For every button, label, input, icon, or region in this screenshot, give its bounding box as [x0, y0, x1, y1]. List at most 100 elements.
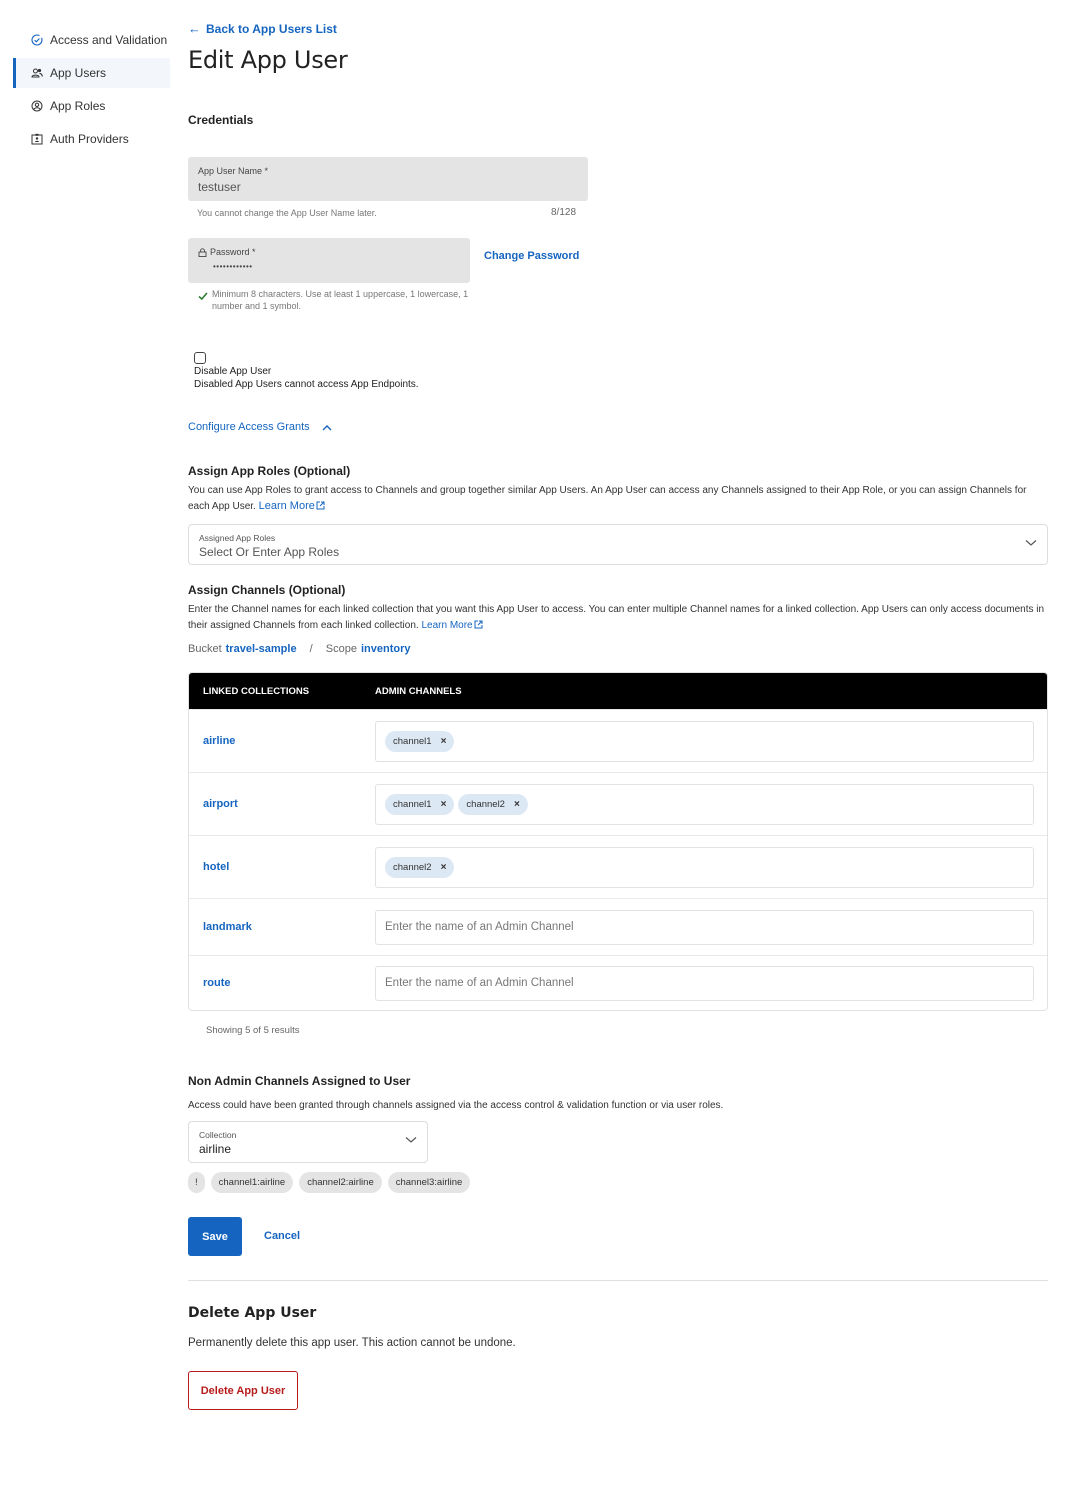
- disable-app-user-label: Disable App User: [194, 366, 272, 377]
- info-chip[interactable]: !: [188, 1172, 205, 1193]
- admin-channels-input[interactable]: channel2 ×: [375, 846, 1034, 888]
- back-link-label: Back to App Users List: [206, 21, 337, 36]
- table-header: LINKED COLLECTIONS ADMIN CHANNELS: [189, 673, 1047, 709]
- change-password-link[interactable]: Change Password: [484, 250, 579, 262]
- assign-channels-heading: Assign Channels (Optional): [188, 583, 346, 597]
- collection-link[interactable]: landmark: [189, 921, 375, 933]
- delete-app-user-button[interactable]: Delete App User: [188, 1371, 298, 1410]
- results-count: Showing 5 of 5 results: [206, 1025, 300, 1036]
- configure-access-grants-toggle[interactable]: Configure Access Grants: [188, 421, 332, 433]
- checkmark-icon: [198, 288, 208, 312]
- collection-select-value: airline: [199, 1142, 232, 1156]
- non-admin-channels-description: Access could have been granted through c…: [188, 1100, 724, 1111]
- sidebar-item-label: Auth Providers: [50, 132, 129, 146]
- password-label: Password *: [210, 247, 256, 257]
- collection-select-label: Collection: [199, 1130, 237, 1140]
- disable-app-user-text: Disable App User Disabled App Users cann…: [194, 365, 419, 391]
- non-admin-channels-heading: Non Admin Channels Assigned to User: [188, 1074, 411, 1088]
- table-row: airline channel1 ×: [189, 709, 1047, 772]
- learn-more-roles-link[interactable]: Learn More: [259, 500, 325, 512]
- password-requirements: Minimum 8 characters. Use at least 1 upp…: [198, 288, 488, 312]
- learn-more-label: Learn More: [421, 619, 473, 631]
- assign-channels-description: Enter the Channel names for each linked …: [188, 602, 1048, 633]
- table-row: hotel channel2 ×: [189, 835, 1047, 898]
- lock-icon: [198, 247, 207, 257]
- sidebar-item-label: App Users: [50, 66, 107, 80]
- assigned-app-roles-select[interactable]: Assigned App Roles Select Or Enter App R…: [188, 524, 1048, 565]
- remove-chip-icon[interactable]: ×: [514, 799, 520, 810]
- chevron-down-icon: [405, 1137, 417, 1143]
- admin-channels-input[interactable]: Enter the name of an Admin Channel: [375, 965, 1034, 1001]
- column-header-admin-channels: ADMIN CHANNELS: [375, 685, 462, 697]
- check-circle-icon: [31, 34, 43, 46]
- channel-chip-label: channel1: [393, 735, 432, 747]
- scope-value: inventory: [360, 643, 411, 655]
- channel-chip: channel1 ×: [385, 730, 455, 752]
- sidebar-item-access-and-validation[interactable]: Access and Validation: [13, 25, 170, 55]
- sidebar: Access and Validation App Users App Role…: [13, 25, 170, 157]
- page-title: Edit App User: [188, 46, 348, 74]
- bucket-value: travel-sample: [225, 643, 297, 655]
- collection-link[interactable]: route: [189, 977, 375, 989]
- admin-channels-input[interactable]: channel1 ×: [375, 720, 1034, 762]
- sidebar-item-app-roles[interactable]: App Roles: [13, 91, 170, 121]
- back-to-list-link[interactable]: ← Back to App Users List: [188, 21, 337, 36]
- app-user-name-value: testuser: [198, 180, 241, 194]
- delete-section-description: Permanently delete this app user. This a…: [188, 1337, 516, 1349]
- password-value: ••••••••••••: [213, 262, 253, 271]
- bucket-label: Bucket: [188, 643, 222, 655]
- channel-chip-label: channel1: [393, 798, 432, 810]
- table-row: airport channel1 × channel2 ×: [189, 772, 1047, 835]
- table-row: route Enter the name of an Admin Channel: [189, 955, 1047, 1010]
- credentials-heading: Credentials: [188, 113, 254, 127]
- password-field[interactable]: Password * ••••••••••••: [188, 238, 470, 283]
- save-button[interactable]: Save: [188, 1217, 242, 1256]
- remove-chip-icon[interactable]: ×: [441, 736, 447, 747]
- admin-channel-placeholder: Enter the name of an Admin Channel: [385, 977, 574, 989]
- sidebar-item-label: App Roles: [50, 99, 106, 113]
- admin-channels-input[interactable]: channel1 × channel2 ×: [375, 783, 1034, 825]
- scope-label: Scope: [325, 643, 357, 655]
- disable-app-user-checkbox[interactable]: [194, 352, 206, 364]
- divider: [188, 1280, 1048, 1281]
- sidebar-item-label: Access and Validation: [50, 33, 168, 47]
- learn-more-channels-link[interactable]: Learn More: [421, 619, 483, 631]
- sidebar-item-auth-providers[interactable]: Auth Providers: [13, 124, 170, 154]
- table-body: airline channel1 × airport channel1 × channel2…: [189, 709, 1047, 1010]
- non-admin-channel-chip: channel2:airline: [299, 1172, 382, 1193]
- external-link-icon: [316, 501, 325, 509]
- channel-chip-label: channel2: [393, 861, 432, 873]
- collection-link[interactable]: hotel: [189, 861, 375, 873]
- breadcrumb-separator: /: [309, 643, 313, 655]
- channel-chip: channel1 ×: [385, 793, 455, 815]
- users-icon: [31, 67, 43, 79]
- external-link-icon: [474, 620, 483, 628]
- password-helper: Minimum 8 characters. Use at least 1 upp…: [212, 289, 469, 311]
- character-counter: 8/128: [551, 207, 577, 218]
- password-label-row: Password *: [198, 247, 256, 257]
- non-admin-channel-chip: channel3:airline: [387, 1172, 471, 1193]
- table-row: landmark Enter the name of an Admin Chann…: [189, 898, 1047, 955]
- arrow-left-icon: ←: [188, 21, 201, 36]
- sidebar-item-app-users[interactable]: App Users: [13, 58, 170, 88]
- admin-channel-placeholder: Enter the name of an Admin Channel: [385, 921, 574, 933]
- app-user-name-field[interactable]: App User Name * testuser: [188, 157, 588, 201]
- learn-more-label: Learn More: [258, 499, 315, 512]
- id-badge-icon: [31, 133, 43, 145]
- configure-access-grants-label: Configure Access Grants: [188, 421, 310, 433]
- app-user-name-label: App User Name *: [198, 166, 269, 176]
- collection-link[interactable]: airport: [189, 798, 375, 810]
- assign-roles-heading: Assign App Roles (Optional): [188, 464, 351, 478]
- admin-channels-input[interactable]: Enter the name of an Admin Channel: [375, 909, 1034, 945]
- assigned-app-roles-placeholder: Select Or Enter App Roles: [199, 545, 340, 559]
- collection-select[interactable]: Collection airline: [188, 1121, 428, 1163]
- remove-chip-icon[interactable]: ×: [441, 862, 447, 873]
- chevron-up-icon: [322, 424, 332, 430]
- remove-chip-icon[interactable]: ×: [441, 799, 447, 810]
- bucket-scope-breadcrumb: Bucket travel-sample / Scope inventory: [188, 643, 410, 655]
- cancel-button[interactable]: Cancel: [264, 1230, 300, 1242]
- collection-link[interactable]: airline: [189, 735, 375, 747]
- column-header-linked-collections: LINKED COLLECTIONS: [203, 685, 310, 697]
- chevron-down-icon: [1025, 540, 1037, 546]
- role-icon: [31, 100, 43, 112]
